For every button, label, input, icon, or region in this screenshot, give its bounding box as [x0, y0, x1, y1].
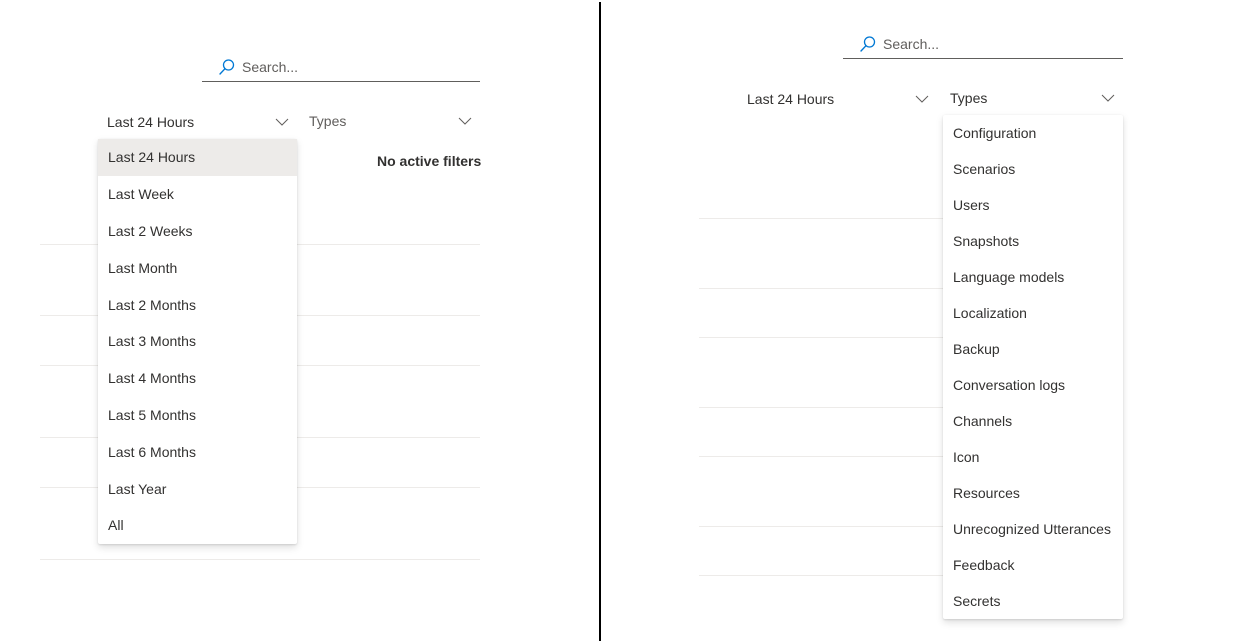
- right-panel: Last 24 Hours Types Configuration Scenar…: [600, 0, 1253, 641]
- time-option-last-2-months[interactable]: Last 2 Months: [98, 286, 297, 323]
- type-option-channels[interactable]: Channels: [943, 403, 1123, 439]
- left-panel: Last 24 Hours Types No active filters La…: [0, 0, 599, 641]
- type-option-secrets[interactable]: Secrets: [943, 583, 1123, 619]
- time-option-last-6-months[interactable]: Last 6 Months: [98, 433, 297, 470]
- type-option-language-models[interactable]: Language models: [943, 259, 1123, 295]
- search-icon: [859, 35, 877, 53]
- time-option-last-2-weeks[interactable]: Last 2 Weeks: [98, 213, 297, 250]
- search-box[interactable]: [843, 29, 1123, 59]
- type-option-users[interactable]: Users: [943, 187, 1123, 223]
- chevron-down-icon: [1101, 91, 1115, 105]
- type-option-localization[interactable]: Localization: [943, 295, 1123, 331]
- time-option-last-5-months[interactable]: Last 5 Months: [98, 397, 297, 434]
- time-filter-dropdown[interactable]: Last 24 Hours: [739, 84, 937, 114]
- type-option-feedback[interactable]: Feedback: [943, 547, 1123, 583]
- types-filter-dropdown[interactable]: Types: [301, 106, 480, 136]
- time-filter-dropdown[interactable]: Last 24 Hours: [99, 107, 297, 137]
- time-filter-menu: Last 24 Hours Last Week Last 2 Weeks Las…: [98, 139, 297, 544]
- type-option-icon[interactable]: Icon: [943, 439, 1123, 475]
- search-input[interactable]: [883, 35, 1083, 52]
- type-option-scenarios[interactable]: Scenarios: [943, 151, 1123, 187]
- chevron-down-icon: [915, 92, 929, 106]
- search-icon: [218, 58, 236, 76]
- type-option-conversation-logs[interactable]: Conversation logs: [943, 367, 1123, 403]
- type-option-resources[interactable]: Resources: [943, 475, 1123, 511]
- time-option-last-year[interactable]: Last Year: [98, 470, 297, 507]
- time-option-last-4-months[interactable]: Last 4 Months: [98, 360, 297, 397]
- types-filter-menu: Configuration Scenarios Users Snapshots …: [943, 115, 1123, 619]
- time-filter-selected: Last 24 Hours: [107, 114, 195, 130]
- search-box[interactable]: [202, 52, 480, 82]
- types-filter-placeholder: Types: [950, 90, 988, 106]
- chevron-down-icon: [275, 115, 289, 129]
- filter-status-text: No active filters: [377, 153, 482, 169]
- chevron-down-icon: [458, 114, 472, 128]
- types-filter-placeholder: Types: [309, 113, 347, 129]
- type-option-unrecognized-utterances[interactable]: Unrecognized Utterances: [943, 511, 1123, 547]
- time-option-last-week[interactable]: Last Week: [98, 176, 297, 213]
- types-filter-dropdown[interactable]: Types: [942, 83, 1123, 113]
- type-option-backup[interactable]: Backup: [943, 331, 1123, 367]
- list-row-divider: [40, 559, 480, 560]
- time-filter-selected: Last 24 Hours: [747, 91, 835, 107]
- time-option-last-3-months[interactable]: Last 3 Months: [98, 323, 297, 360]
- time-option-all[interactable]: All: [98, 507, 297, 544]
- search-input[interactable]: [242, 58, 442, 75]
- type-option-configuration[interactable]: Configuration: [943, 115, 1123, 151]
- type-option-snapshots[interactable]: Snapshots: [943, 223, 1123, 259]
- time-option-last-month[interactable]: Last Month: [98, 249, 297, 286]
- time-option-last-24-hours[interactable]: Last 24 Hours: [98, 139, 297, 176]
